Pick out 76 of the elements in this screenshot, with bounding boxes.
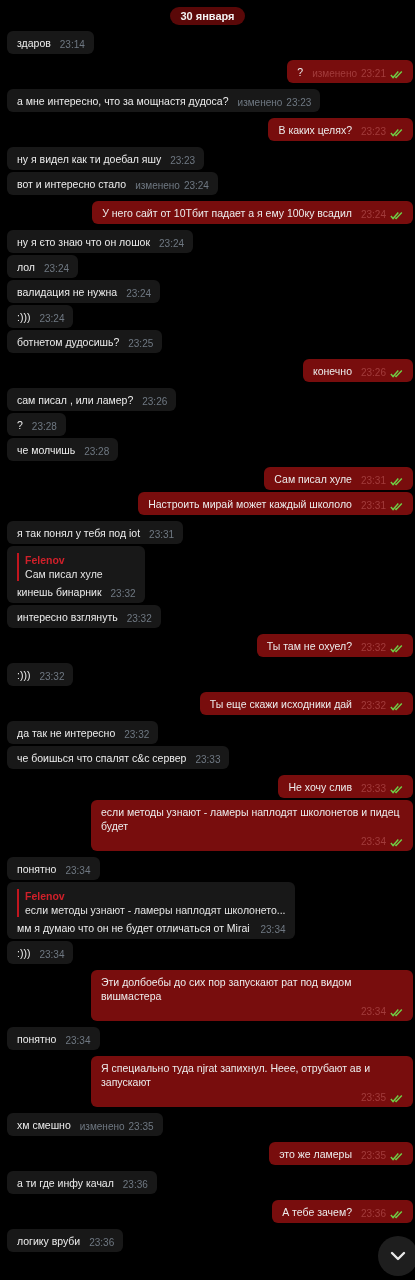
message-text: че боишься что спалят c&c сервер	[17, 751, 187, 765]
message-time: 23:24	[126, 287, 152, 301]
message-time: 23:36	[89, 1236, 115, 1250]
edited-label: изменено	[79, 1120, 125, 1134]
edited-label: изменено	[237, 96, 283, 110]
message-time: 23:23	[170, 154, 196, 168]
message-text: А тебе зачем?	[282, 1205, 352, 1219]
message-text: Ты еще скажи исходники дай	[209, 697, 352, 711]
message-time: 23:36	[122, 1178, 148, 1192]
message-text: Не хочу слив	[288, 780, 352, 794]
message-time: 23:32	[126, 612, 152, 626]
edited-label: изменено	[135, 179, 180, 193]
message-text: Я специально туда njrat запихнул. Неее, отрубают ав и запускают	[101, 1061, 372, 1089]
message-text: Сам писал хуле	[274, 472, 352, 486]
message-time: 23:26	[142, 395, 168, 409]
message-text: если методы узнают - ламеры наплодят школонетов и пидец будет	[101, 805, 401, 833]
message-time: 23:24	[39, 312, 65, 326]
message-time: 23:28	[84, 445, 110, 459]
message-text: конечно	[313, 364, 352, 378]
scroll-down-button[interactable]	[378, 1236, 415, 1276]
message-time: 23:28	[31, 420, 57, 434]
message-text: лол	[17, 260, 35, 274]
message-time: 23:32	[124, 728, 150, 742]
message-time: 23:33	[195, 753, 221, 767]
message-text: Эти долбоебы до сих пор запускают рат под видом вишмастера	[101, 975, 353, 1003]
reply-text: Сам писал хуле	[25, 567, 104, 581]
reply-text: если методы узнают - ламеры наплодят школонето...	[25, 903, 286, 917]
message-time: 23:23	[286, 96, 312, 110]
message-text: че молчишь	[17, 443, 76, 457]
message-text: вот и интересно стало	[17, 177, 127, 191]
message-text: ботнетом дудосишь?	[17, 335, 120, 349]
message-text: хм смешно	[17, 1118, 71, 1132]
message-text: логику вруби	[17, 1234, 81, 1248]
date-badge: 30 января	[170, 7, 245, 25]
message-text: понятно	[17, 862, 57, 876]
chevron-down-icon	[390, 1251, 406, 1261]
message-text: интересно взглянуть	[17, 610, 118, 624]
message-text: В каких целях?	[278, 123, 352, 137]
message-text: :)))	[17, 668, 31, 682]
message-time: 23:32	[110, 587, 136, 601]
message-time: 23:24	[183, 179, 209, 193]
message-text: я так понял у тебя под iot	[17, 526, 141, 540]
message-text: да так не интересно	[17, 726, 116, 740]
reply-quote[interactable]: Felenov если методы узнают - ламеры наплодят школонето...	[17, 889, 286, 917]
message-time: 23:34	[260, 923, 286, 937]
message-time: 23:31	[149, 528, 175, 542]
message-text: :)))	[17, 310, 31, 324]
message-text: здаров	[17, 36, 51, 50]
message-text: понятно	[17, 1032, 57, 1046]
message-time: 23:32	[39, 670, 65, 684]
reply-author: Felenov	[25, 889, 66, 903]
message-text: ну я єто знаю что он лошок	[17, 235, 151, 249]
reply-author: Felenov	[25, 553, 66, 567]
message-text: ну я видел как ти доебал яшу	[17, 152, 162, 166]
message-time: 23:24	[44, 262, 69, 276]
message-text: Ты там не охуел?	[266, 639, 352, 653]
message-text: мм я думаю что он не будет отличаться от Mirai	[17, 921, 250, 935]
message-text: Настроить мирай может каждый школоло	[148, 497, 352, 511]
message-time: 23:34	[65, 864, 91, 878]
message-text: а мне интересно, что за мощнастя дудоса?	[17, 94, 229, 108]
message-time: 23:24	[159, 237, 185, 251]
message-text: это же ламеры	[279, 1147, 352, 1161]
message-text: валидация не нужна	[17, 285, 118, 299]
message-time: 23:34	[65, 1034, 91, 1048]
message-text: а ти где инфу качал	[17, 1176, 114, 1190]
message-text: У него сайт от 10Тбит падает а я ему 100ку всадил	[102, 206, 352, 220]
message-text: ?	[17, 418, 23, 432]
message-time: 23:14	[59, 38, 85, 52]
message-text: :)))	[17, 946, 31, 960]
message-time: 23:34	[39, 948, 65, 962]
message-time: 23:35	[128, 1120, 154, 1134]
message-text: ?	[297, 65, 304, 79]
reply-quote[interactable]: Felenov Сам писал хуле	[17, 553, 136, 581]
message-text: сам писал , или ламер?	[17, 393, 134, 407]
message-time: 23:25	[128, 337, 154, 351]
message-text: кинешь бинарник	[17, 585, 102, 599]
